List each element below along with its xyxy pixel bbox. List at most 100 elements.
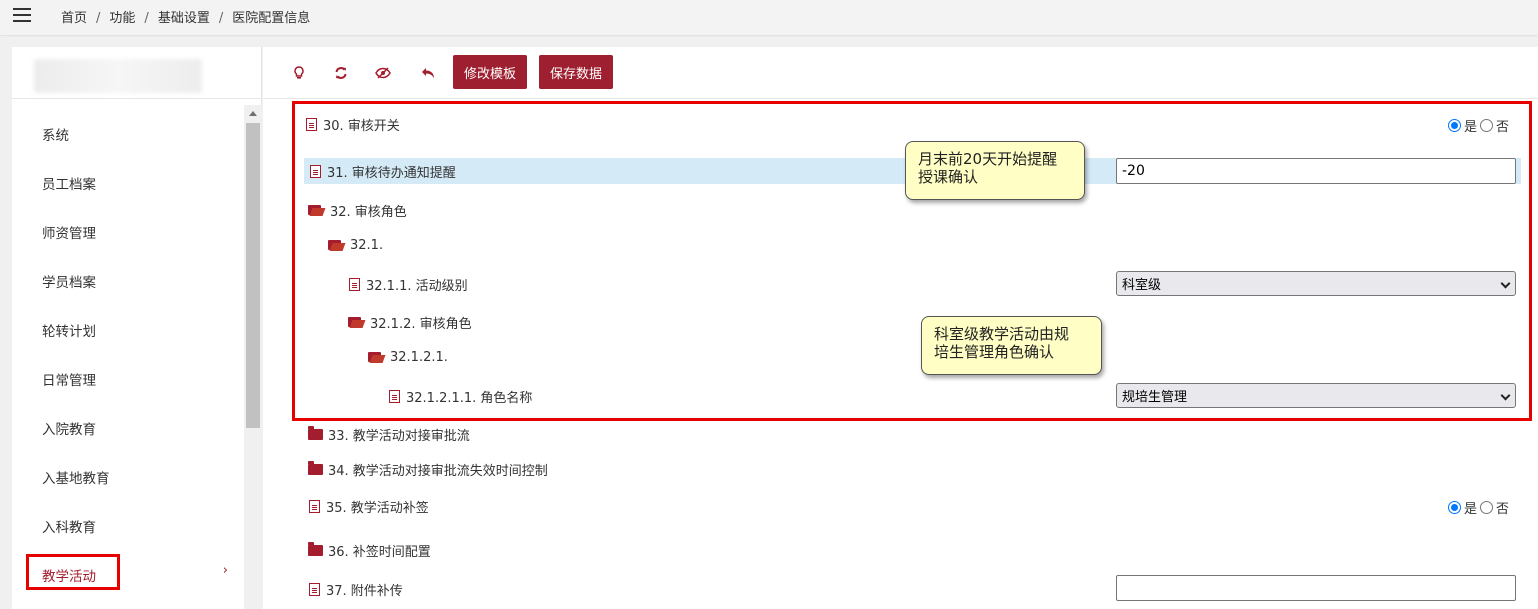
undo-icon[interactable] bbox=[419, 64, 437, 82]
folder-open-icon bbox=[307, 203, 325, 217]
sidebar-item-label: 师资管理 bbox=[42, 225, 96, 242]
config-row-32[interactable]: 32. 审核角色 bbox=[307, 197, 1525, 223]
sidebar-item-label: 日常管理 bbox=[42, 372, 96, 389]
file-icon bbox=[387, 389, 401, 403]
config-label: 34. 教学活动对接审批流失效时间控制 bbox=[328, 463, 548, 479]
activity-level-select[interactable]: 科室级 bbox=[1116, 271, 1516, 296]
config-label: 30. 审核开关 bbox=[323, 118, 400, 134]
radio-no-label: 否 bbox=[1496, 120, 1510, 135]
sidebar-item-label: 系统 bbox=[42, 127, 69, 144]
reminder-days-input[interactable] bbox=[1116, 158, 1516, 184]
breadcrumb-separator: / bbox=[144, 11, 149, 26]
config-row-30[interactable]: 30. 审核开关 bbox=[304, 111, 1522, 137]
config-label: 32.1.2.1.1. 角色名称 bbox=[406, 390, 533, 406]
sidebar-menu: 系统 员工档案 师资管理 学员档案 轮转计划 日常管理 入院教育 入基地教育 入… bbox=[12, 109, 244, 599]
annotation-tooltip-role: 科室级教学活动由规 培生管理角色确认 bbox=[921, 316, 1102, 375]
config-label: 32.1.2. 审核角色 bbox=[370, 316, 472, 332]
tooltip-line: 月末前20天开始提醒 bbox=[918, 150, 1058, 168]
config-label: 32.1.1. 活动级别 bbox=[366, 278, 468, 294]
sidebar-item-label: 员工档案 bbox=[42, 176, 96, 193]
sidebar-item-rotation-plan[interactable]: 轮转计划 bbox=[12, 305, 244, 354]
eye-slash-icon[interactable] bbox=[374, 64, 392, 82]
breadcrumb-basic-settings[interactable]: 基础设置 bbox=[158, 11, 210, 26]
file-icon bbox=[304, 117, 318, 131]
save-data-button[interactable]: 保存数据 bbox=[539, 55, 614, 89]
file-icon bbox=[308, 164, 322, 178]
config-label: 33. 教学活动对接审批流 bbox=[328, 428, 470, 444]
breadcrumb-function[interactable]: 功能 bbox=[109, 11, 135, 26]
sidebar-scrollbar[interactable] bbox=[244, 105, 262, 609]
sidebar-item-hospital-orientation[interactable]: 入院教育 bbox=[12, 403, 244, 452]
attachment-input[interactable] bbox=[1116, 575, 1516, 601]
makeup-sign-radio-group: 是 否 bbox=[1448, 498, 1512, 517]
breadcrumb-separator: / bbox=[218, 11, 224, 26]
sidebar-item-label: 轮转计划 bbox=[42, 323, 96, 340]
folder-open-icon bbox=[347, 315, 365, 329]
chevron-down-icon bbox=[1495, 384, 1515, 407]
annotation-box bbox=[26, 554, 120, 590]
sidebar-item-staff-records[interactable]: 员工档案 bbox=[12, 158, 244, 207]
config-row-32-1[interactable]: 32.1. bbox=[327, 232, 1538, 258]
sidebar-item-base-orientation[interactable]: 入基地教育 bbox=[12, 452, 244, 501]
radio-yes[interactable] bbox=[1448, 119, 1461, 132]
lightbulb-icon[interactable] bbox=[290, 64, 308, 82]
logo bbox=[34, 59, 202, 93]
radio-yes-label: 是 bbox=[1464, 120, 1478, 135]
radio-no[interactable] bbox=[1480, 119, 1494, 132]
file-icon bbox=[307, 499, 321, 513]
config-label: 32.1. bbox=[350, 237, 384, 253]
divider bbox=[12, 98, 262, 99]
scrollbar-thumb[interactable] bbox=[246, 123, 260, 428]
tooltip-line: 培生管理角色确认 bbox=[934, 343, 1055, 361]
sidebar: 系统 员工档案 师资管理 学员档案 轮转计划 日常管理 入院教育 入基地教育 入… bbox=[12, 47, 262, 609]
top-bar: 首页 / 功能 / 基础设置 / 医院配置信息 bbox=[0, 0, 1538, 36]
config-row-33[interactable]: 33. 教学活动对接审批流 bbox=[307, 421, 1525, 447]
tooltip-line: 科室级教学活动由规 bbox=[934, 325, 1070, 343]
radio-yes[interactable] bbox=[1448, 501, 1461, 514]
breadcrumb-home[interactable]: 首页 bbox=[61, 11, 87, 26]
sidebar-item-label: 入科教育 bbox=[42, 519, 96, 536]
sidebar-item-student-records[interactable]: 学员档案 bbox=[12, 256, 244, 305]
select-value: 科室级 bbox=[1122, 278, 1162, 293]
edit-template-button[interactable]: 修改模板 bbox=[453, 55, 528, 89]
annotation-tooltip-reminder: 月末前20天开始提醒 授课确认 bbox=[905, 141, 1085, 200]
config-label: 32. 审核角色 bbox=[330, 204, 407, 220]
config-row-36[interactable]: 36. 补签时间配置 bbox=[307, 537, 1525, 563]
radio-yes-label: 是 bbox=[1464, 502, 1478, 517]
radio-no[interactable] bbox=[1480, 501, 1494, 514]
sidebar-item-teacher-management[interactable]: 师资管理 bbox=[12, 207, 244, 256]
folder-icon bbox=[307, 425, 323, 441]
review-switch-radio-group: 是 否 bbox=[1448, 116, 1512, 135]
sidebar-item-system[interactable]: 系统 bbox=[12, 109, 244, 158]
sidebar-item-daily-management[interactable]: 日常管理 bbox=[12, 354, 244, 403]
menu-toggle-icon[interactable] bbox=[13, 8, 31, 22]
config-label: 36. 补签时间配置 bbox=[328, 544, 431, 560]
config-label: 37. 附件补传 bbox=[326, 583, 403, 599]
sidebar-item-label: 学员档案 bbox=[42, 274, 96, 291]
breadcrumb: 首页 / 功能 / 基础设置 / 医院配置信息 bbox=[61, 7, 310, 26]
file-icon bbox=[307, 582, 321, 596]
config-row-35[interactable]: 35. 教学活动补签 bbox=[307, 493, 1525, 519]
breadcrumb-current: 医院配置信息 bbox=[232, 11, 311, 26]
toolbar: 修改模板 保存数据 bbox=[263, 47, 1538, 99]
scroll-up-arrow-icon[interactable] bbox=[249, 111, 257, 116]
folder-icon bbox=[307, 541, 323, 557]
role-name-select[interactable]: 规培生管理 bbox=[1116, 383, 1516, 408]
chevron-right-icon: › bbox=[222, 563, 228, 578]
refresh-icon[interactable] bbox=[332, 64, 350, 82]
folder-open-icon bbox=[327, 238, 345, 252]
radio-no-label: 否 bbox=[1496, 502, 1510, 517]
sidebar-item-label: 入院教育 bbox=[42, 421, 96, 438]
folder-icon bbox=[307, 460, 323, 476]
file-icon bbox=[347, 277, 361, 291]
config-label: 32.1.2.1. bbox=[390, 349, 448, 365]
sidebar-item-label: 入基地教育 bbox=[42, 470, 110, 487]
sidebar-item-department-orientation[interactable]: 入科教育 bbox=[12, 501, 244, 550]
config-label: 31. 审核待办通知提醒 bbox=[327, 165, 456, 181]
tooltip-line: 授课确认 bbox=[918, 168, 979, 186]
chevron-down-icon bbox=[1495, 272, 1515, 295]
folder-open-icon bbox=[367, 350, 385, 364]
config-label: 35. 教学活动补签 bbox=[326, 500, 429, 516]
breadcrumb-separator: / bbox=[96, 11, 101, 26]
config-row-34[interactable]: 34. 教学活动对接审批流失效时间控制 bbox=[307, 456, 1525, 482]
